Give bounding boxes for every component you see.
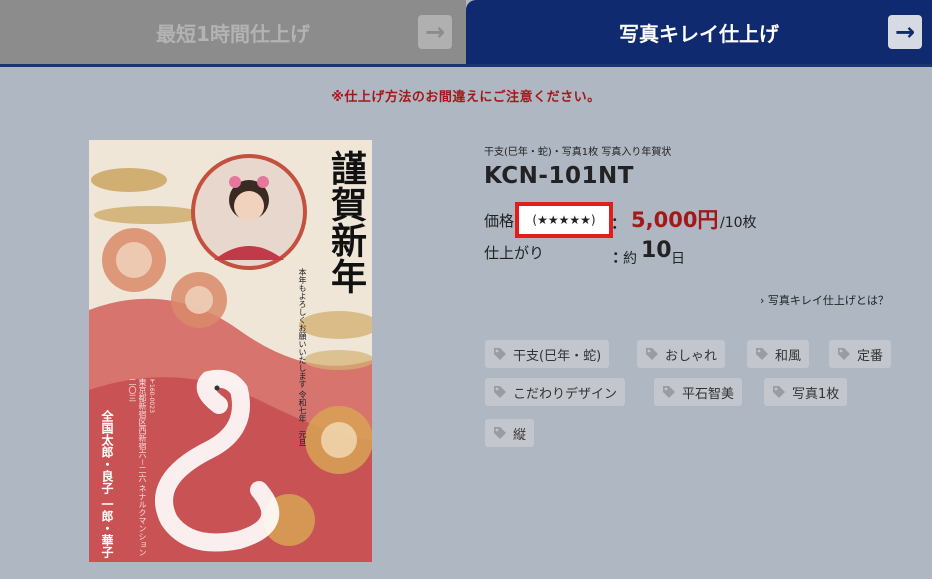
product-category: 干支(巳年・蛇)・写真1枚 写真入り年賀状 bbox=[484, 147, 672, 158]
tag-label: 定番 bbox=[857, 348, 884, 364]
tab-divider bbox=[0, 64, 932, 67]
card-address: 東京都新宿区西新宿六－二六 ネナルクマンション二〇三 bbox=[127, 378, 147, 562]
tag-label: 写真1枚 bbox=[792, 386, 840, 402]
tab-photo-finish-label: 写真キレイ仕上げ bbox=[619, 21, 779, 46]
tag-vertical[interactable]: 縦 bbox=[485, 419, 535, 447]
tab-fast-finish-label: 最短1時間仕上げ bbox=[156, 21, 310, 46]
card-greeting: 謹賀新年 bbox=[325, 150, 367, 294]
finish-prefix: 約 bbox=[623, 251, 637, 267]
card-message-line: 令和七年 元旦 bbox=[298, 390, 307, 447]
notice-text: ※仕上げ方法のお間違えにご注意ください。 bbox=[331, 90, 601, 105]
tab-photo-finish[interactable]: 写真キレイ仕上げ → bbox=[466, 0, 932, 64]
tag-design[interactable]: こだわりデザイン bbox=[485, 378, 626, 406]
about-photo-finish-link[interactable]: › 写真キレイ仕上げとは？ bbox=[760, 292, 889, 308]
tag-label: 平石智美 bbox=[682, 386, 735, 402]
tag-japanese[interactable]: 和風 bbox=[747, 340, 810, 368]
tag-label: 干支(巳年・蛇) bbox=[513, 348, 602, 364]
about-photo-finish-label: 写真キレイ仕上げとは？ bbox=[767, 294, 889, 307]
card-message-line: 本年もよろしくお願いいたします bbox=[298, 268, 307, 388]
tag-icon bbox=[756, 348, 768, 360]
tag-designer[interactable]: 平石智美 bbox=[654, 378, 743, 406]
tag-standard[interactable]: 定番 bbox=[829, 340, 892, 368]
rating-stars-text: (★★★★★) bbox=[532, 213, 596, 227]
price-label: 価格 bbox=[484, 212, 515, 230]
finish-label: 仕上がり bbox=[484, 244, 545, 262]
finish-days: 10 bbox=[641, 238, 672, 263]
tag-icon bbox=[646, 348, 658, 360]
card-name-line: 全国太郎・良子 bbox=[100, 410, 114, 494]
finish-method-tabs: 最短1時間仕上げ → 写真キレイ仕上げ → bbox=[0, 0, 932, 64]
arrow-right-icon: → bbox=[418, 15, 452, 49]
price-colon: ： bbox=[611, 214, 627, 232]
tag-label: おしゃれ bbox=[665, 348, 718, 364]
tab-fast-finish[interactable]: 最短1時間仕上げ → bbox=[0, 0, 466, 64]
price-value: 5,000円 bbox=[631, 208, 719, 232]
product-card-image[interactable]: 謹賀新年 本年もよろしくお願いいたします 令和七年 元旦 〒160-0023 東… bbox=[89, 140, 372, 562]
tag-label: 和風 bbox=[775, 348, 802, 364]
tag-icon bbox=[773, 386, 785, 398]
price-unit: /10枚 bbox=[720, 215, 757, 231]
card-name-line: 一郎・華子 bbox=[100, 498, 114, 559]
arrow-right-icon: → bbox=[888, 15, 922, 49]
tag-icon bbox=[838, 348, 850, 360]
tag-icon bbox=[494, 427, 506, 439]
product-page: 最短1時間仕上げ → 写真キレイ仕上げ → ※仕上げ方法のお間違えにご注意くださ… bbox=[0, 0, 932, 579]
card-address-line: 東京都新宿区西新宿六－二六 bbox=[138, 378, 147, 482]
tag-icon bbox=[663, 386, 675, 398]
product-model: KCN-101NT bbox=[484, 163, 634, 189]
card-message: 本年もよろしくお願いいたします 令和七年 元旦 bbox=[297, 268, 308, 447]
rating-stars: (★★★★★) bbox=[515, 202, 613, 238]
chevron-right-icon: › bbox=[760, 294, 765, 307]
tag-one-photo[interactable]: 写真1枚 bbox=[764, 378, 848, 406]
tag-icon bbox=[494, 386, 506, 398]
tag-label: 縦 bbox=[513, 427, 527, 443]
tag-stylish[interactable]: おしゃれ bbox=[637, 340, 726, 368]
card-names: 全国太郎・良子 一郎・華子 bbox=[99, 410, 115, 558]
tag-zodiac[interactable]: 干支(巳年・蛇) bbox=[485, 340, 610, 368]
tag-label: こだわりデザイン bbox=[513, 386, 618, 402]
card-postal: 〒160-0023 bbox=[148, 378, 155, 413]
finish-suffix: 日 bbox=[671, 251, 685, 267]
tag-icon bbox=[494, 348, 506, 360]
